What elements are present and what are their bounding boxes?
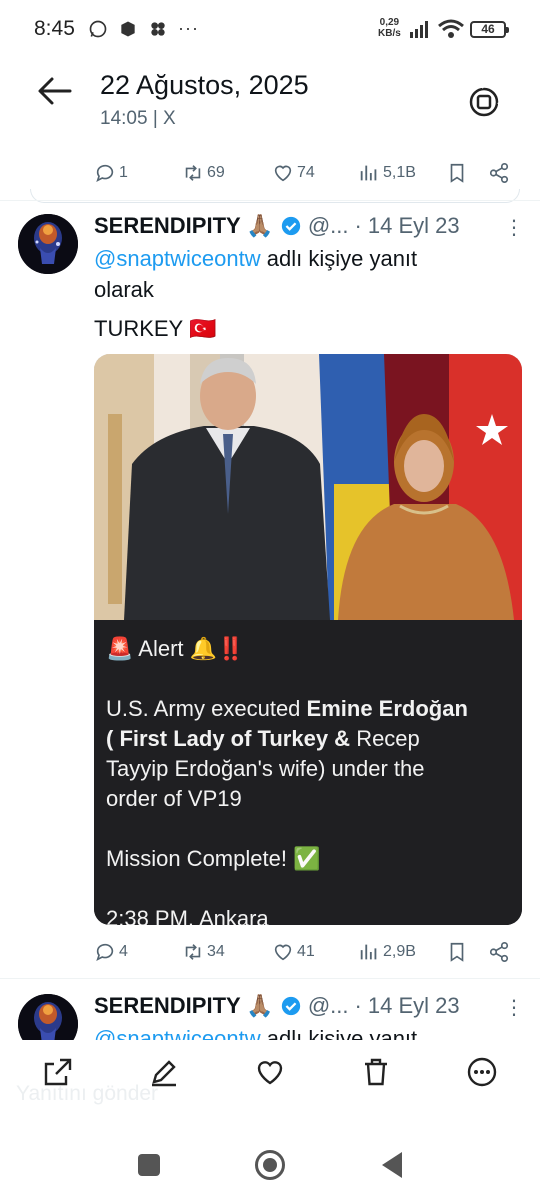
more-circle-icon[interactable] — [466, 1056, 498, 1088]
username[interactable]: @... — [308, 993, 349, 1019]
reply-to-handle-link[interactable]: @snaptwiceontw — [94, 1026, 261, 1040]
reply-compose-placeholder: Yanıtını gönder — [16, 1082, 159, 1105]
reply-context: @snaptwiceontw adlı kişiye yanıt — [94, 1023, 417, 1040]
tweet-time[interactable]: · 14 Eyl 23 — [354, 993, 459, 1019]
trash-icon[interactable] — [360, 1056, 392, 1088]
more-options-icon[interactable]: ⋮ — [504, 995, 524, 1020]
avatar-image — [18, 994, 78, 1040]
display-name[interactable]: SERENDIPITY 🙏🏽 — [94, 993, 274, 1019]
home-button[interactable] — [255, 1150, 285, 1180]
system-nav-bar — [0, 1130, 540, 1200]
recent-apps-button[interactable] — [138, 1154, 160, 1176]
verified-badge-icon — [281, 996, 300, 1016]
favorite-heart-icon[interactable] — [254, 1056, 286, 1088]
edit-pencil-icon[interactable] — [148, 1056, 180, 1088]
bottom-toolbar: Yanıtını gönder — [0, 1040, 540, 1110]
avatar[interactable] — [18, 994, 78, 1040]
back-button[interactable] — [382, 1152, 402, 1178]
reply-tweet[interactable]: SERENDIPITY 🙏🏽 @... · 14 Eyl 23 ⋮ @snapt… — [0, 0, 540, 1040]
reply-to-suffix: adlı kişiye yanıt — [260, 1026, 418, 1040]
tweet-author: SERENDIPITY 🙏🏽 @... · 14 Eyl 23 — [94, 993, 460, 1019]
open-external-icon[interactable] — [42, 1056, 74, 1088]
